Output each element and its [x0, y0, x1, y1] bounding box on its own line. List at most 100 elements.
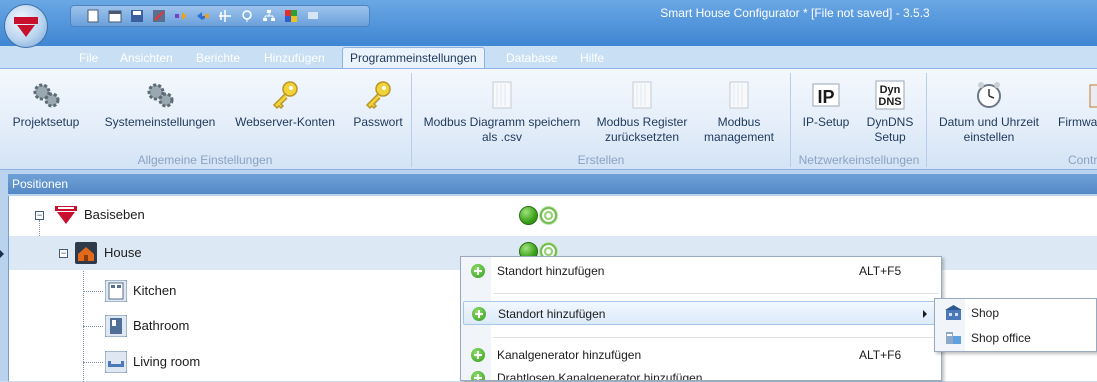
dyndns-icon-text-2: DNS [878, 96, 901, 108]
kitchen-icon [105, 280, 127, 302]
menu-item-shortcut: ALT+F5 [859, 264, 902, 278]
tab-ansichten[interactable]: Ansichten [120, 48, 173, 68]
network-icon[interactable] [239, 9, 255, 24]
submenu: Shop Shop office [934, 298, 1097, 352]
tree-node-label: House [104, 245, 142, 260]
submenu-item-shop-office[interactable]: Shop office [937, 326, 1095, 350]
group-label-allgemeine: Allgemeine Einstellungen [137, 153, 273, 167]
projektsetup-button[interactable]: Projektsetup [0, 73, 92, 143]
tab-file[interactable]: File [79, 48, 98, 68]
edit-icon[interactable] [151, 9, 167, 24]
document-icon [492, 81, 512, 109]
open-icon[interactable] [107, 9, 123, 24]
tab-database[interactable]: Database [506, 48, 557, 68]
context-menu: Standort hinzufügen ALT+F5 Standort hinz… [460, 256, 942, 381]
tab-hinzufuegen[interactable]: Hinzufügen [264, 48, 325, 68]
import-icon[interactable] [173, 9, 189, 24]
datum-uhrzeit-label: Datum und Uhrzeit einstellen [938, 115, 1040, 144]
dyndns-setup-button[interactable]: Dyn DNS DynDNS Setup [858, 73, 922, 144]
add-icon [471, 348, 485, 362]
living-room-icon [105, 351, 127, 373]
modbus-register-label: Modbus Register zurücksetzten [596, 115, 688, 144]
menu-item-drahtlosen-kanalgenerator[interactable]: Drahtlosen Kanalgenerator hinzufügen [463, 366, 939, 381]
ribbon: Projektsetup Systemeinstellungen Webserv… [0, 68, 1097, 170]
ip-icon: IP [812, 83, 840, 107]
row-pointer-icon [0, 250, 4, 258]
gears-icon [147, 83, 174, 108]
modbus-diagramm-label: Modbus Diagramm speichern als .csv [423, 115, 581, 144]
passwort-button[interactable]: Passwort [348, 73, 408, 143]
submenu-item-label: Shop [971, 306, 1000, 320]
application-menu-button[interactable] [4, 4, 48, 48]
submenu-arrow-icon [923, 310, 927, 318]
menu-item-standort-hinzufuegen-submenu[interactable]: Standort hinzufügen [463, 301, 939, 325]
menu-separator [493, 337, 939, 338]
tab-hilfe[interactable]: Hilfe [580, 48, 604, 68]
signal-icon [539, 206, 558, 225]
ribbon-tabs: File Ansichten Berichte Hinzufügen Progr… [0, 46, 1097, 68]
panel-title: Positionen [8, 174, 1097, 194]
menu-separator [493, 293, 939, 294]
dyndns-setup-label: DynDNS Setup [866, 115, 914, 144]
projektsetup-label: Projektsetup [12, 115, 80, 129]
dropdown-icon[interactable] [305, 9, 321, 24]
new-file-icon[interactable] [85, 9, 101, 24]
ip-setup-label: IP-Setup [802, 115, 850, 129]
document-icon [729, 81, 749, 109]
group-separator [926, 73, 927, 167]
house-icon [75, 242, 97, 264]
grid-icon[interactable] [217, 9, 233, 24]
add-icon [472, 307, 486, 321]
key-icon [365, 81, 391, 110]
menu-item-label: Kanalgenerator hinzufügen [497, 348, 642, 362]
modbus-register-button[interactable]: Modbus Register zurücksetzten [592, 73, 692, 144]
add-icon [471, 264, 485, 278]
shop-icon [945, 305, 962, 320]
colors-icon[interactable] [283, 9, 299, 24]
title-bar: Smart House Configurator * [File not sav… [0, 0, 1097, 48]
group-label-netzwerk: Netzwerkeinstellungen [798, 153, 920, 167]
carlo-gavazzi-logo-icon [55, 206, 77, 224]
tree-node-label: Kitchen [133, 283, 177, 298]
window-title: Smart House Configurator * [File not sav… [660, 6, 930, 20]
save-icon[interactable] [129, 9, 145, 24]
menu-item-standort-hinzufuegen[interactable]: Standort hinzufügen ALT+F5 [463, 259, 939, 283]
key-icon [272, 81, 298, 110]
menu-item-kanalgenerator-hinzufuegen[interactable]: Kanalgenerator hinzufügen ALT+F6 [463, 343, 939, 367]
tree-node-label: Living room [133, 354, 201, 369]
collapse-toggle[interactable]: − [59, 249, 68, 258]
systemeinstellungen-button[interactable]: Systemeinstellungen [98, 73, 222, 143]
firmware-button[interactable]: Firmwa [1052, 73, 1097, 143]
dyndns-icon: Dyn DNS [875, 80, 905, 110]
webserver-konten-label: Webserver-Konten [235, 115, 335, 129]
document-icon [632, 81, 652, 109]
tab-programmeinstellungen[interactable]: Programmeinstellungen [342, 47, 485, 68]
green-led-icon [519, 206, 538, 225]
tree-node-basiseben[interactable]: − Basiseben [9, 198, 1097, 232]
webserver-konten-button[interactable]: Webserver-Konten [228, 73, 342, 143]
modbus-management-button[interactable]: Modbus management [694, 73, 784, 144]
tree-node-label: Basiseben [84, 207, 145, 222]
collapse-toggle[interactable]: − [35, 211, 44, 220]
group-label-erstellen: Erstellen [577, 153, 625, 167]
submenu-item-shop[interactable]: Shop [937, 301, 1095, 325]
modbus-management-label: Modbus management [703, 115, 775, 144]
ip-setup-button[interactable]: IP IP-Setup [796, 73, 856, 143]
add-icon [471, 371, 485, 380]
dyndns-icon-text-1: Dyn [880, 84, 901, 96]
group-label-controller: Controller [1067, 153, 1097, 167]
tree-icon[interactable] [261, 9, 277, 24]
export-icon[interactable] [195, 9, 211, 24]
menu-item-label: Drahtlosen Kanalgenerator hinzufügen [497, 371, 703, 381]
carlo-gavazzi-logo-icon [14, 17, 38, 37]
menu-item-label: Standort hinzufügen [498, 307, 606, 321]
shop-office-icon [946, 332, 961, 344]
group-separator [790, 73, 791, 167]
menu-item-label: Standort hinzufügen [497, 264, 605, 278]
modbus-diagramm-button[interactable]: Modbus Diagramm speichern als .csv [416, 73, 588, 144]
tree-node-label: Bathroom [133, 318, 190, 333]
bathroom-icon [105, 315, 127, 337]
datum-uhrzeit-button[interactable]: Datum und Uhrzeit einstellen [930, 73, 1048, 144]
tab-berichte[interactable]: Berichte [196, 48, 240, 68]
submenu-item-label: Shop office [971, 331, 1031, 345]
